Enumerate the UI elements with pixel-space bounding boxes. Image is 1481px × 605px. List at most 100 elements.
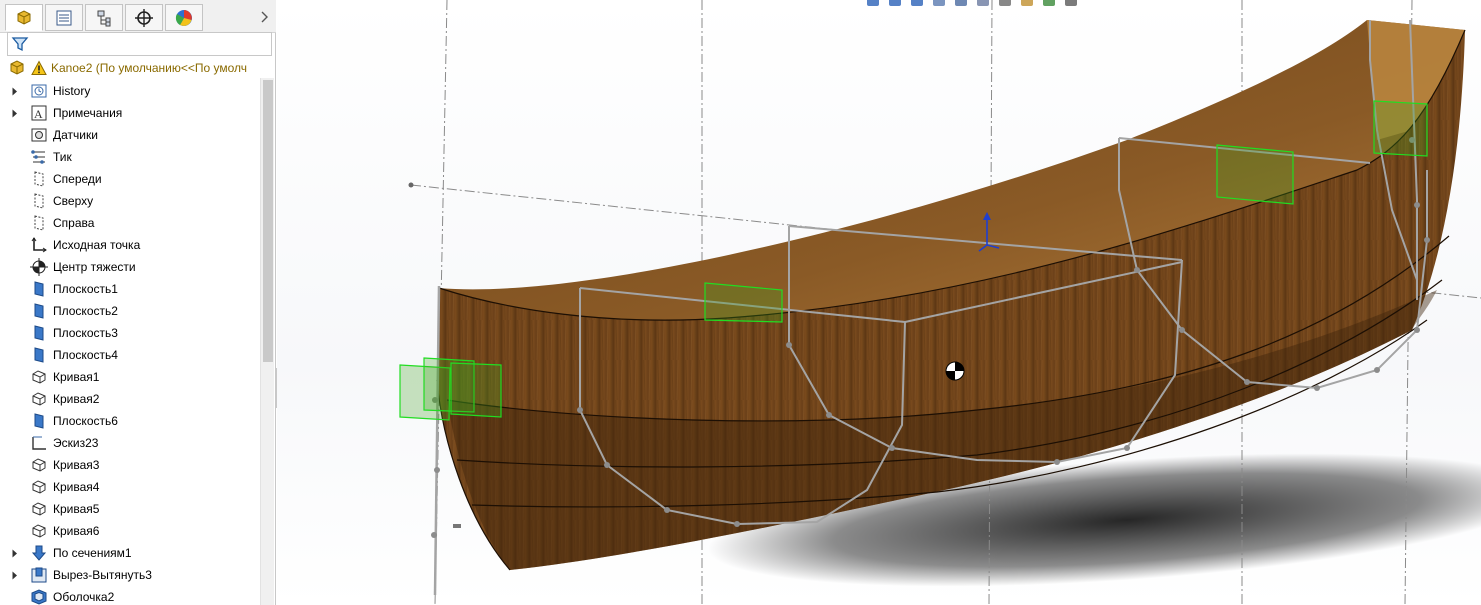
previous-view-icon[interactable] — [909, 0, 925, 8]
tree-item[interactable]: History — [0, 80, 260, 102]
zoom-area-icon[interactable] — [887, 0, 903, 8]
tree-root-part[interactable]: Kanoe2 (По умолчанию<<По умолч — [0, 58, 275, 78]
plane-icon — [29, 170, 48, 188]
part-name-label: Kanoe2 (По умолчанию<<По умолч — [51, 61, 248, 75]
tab-display-manager[interactable] — [165, 4, 203, 31]
tree-item[interactable]: Эскиз23 — [0, 432, 260, 454]
graphics-viewport[interactable] — [277, 0, 1481, 605]
tab-property-manager[interactable] — [45, 4, 83, 31]
plane-icon — [29, 214, 48, 232]
tree-item-label: Справа — [53, 216, 95, 230]
tree-item[interactable]: Кривая1 — [0, 366, 260, 388]
tab-dimxpert[interactable] — [125, 4, 163, 31]
tree-item-label: Кривая3 — [53, 458, 100, 472]
hide-show-icon[interactable] — [997, 0, 1013, 8]
tree-item[interactable]: Кривая3 — [0, 454, 260, 476]
tree-item[interactable]: Вырез-Вытянуть3 — [0, 564, 260, 586]
tab-configuration-manager[interactable] — [85, 4, 123, 31]
tree-item[interactable]: Оболочка2 — [0, 586, 260, 605]
axis-endpoint — [408, 182, 414, 188]
expand-arrow-icon[interactable] — [11, 86, 19, 96]
ref-plane-icon — [29, 412, 48, 430]
configuration-manager-icon — [97, 10, 111, 26]
curve-icon — [29, 522, 48, 540]
tree-scrollbar[interactable] — [260, 78, 274, 605]
plane-icon — [29, 192, 48, 210]
more-tabs-chevron-icon[interactable] — [256, 8, 272, 26]
expand-arrow-icon[interactable] — [11, 108, 19, 118]
shell-icon — [29, 588, 48, 605]
expand-arrow-icon[interactable] — [11, 570, 19, 580]
center-of-mass-icon — [29, 258, 48, 276]
sketch-mark — [453, 524, 461, 528]
view-settings-icon[interactable] — [1063, 0, 1079, 8]
tree-item-label: Спереди — [53, 172, 102, 186]
sketch-icon — [29, 434, 48, 452]
material-icon — [29, 148, 48, 166]
tree-item-label: По сечениям1 — [53, 546, 132, 560]
tab-feature-manager[interactable] — [5, 4, 43, 31]
ref-plane-icon — [29, 280, 48, 298]
display-style-icon[interactable] — [975, 0, 991, 8]
tree-item[interactable]: Плоскость4 — [0, 344, 260, 366]
ref-plane-icon — [29, 302, 48, 320]
cut-extrude-icon — [29, 566, 48, 584]
edit-appearance-icon[interactable] — [1019, 0, 1035, 8]
section-view-icon[interactable] — [931, 0, 947, 8]
svg-text:A: A — [34, 107, 43, 121]
tree-item[interactable]: Плоскость6 — [0, 410, 260, 432]
tree-item[interactable]: Кривая2 — [0, 388, 260, 410]
tree-item-label: Кривая6 — [53, 524, 100, 538]
tree-item-label: Плоскость4 — [53, 348, 118, 362]
tree-item[interactable]: A Примечания — [0, 102, 260, 124]
zoom-to-fit-icon[interactable] — [865, 0, 881, 8]
curve-icon — [29, 478, 48, 496]
tree-item[interactable]: Кривая4 — [0, 476, 260, 498]
tree-item-label: Оболочка2 — [53, 590, 115, 604]
tree-item[interactable]: Плоскость1 — [0, 278, 260, 300]
tree-item-label: Сверху — [53, 194, 94, 208]
tree-filter-field[interactable] — [7, 32, 272, 56]
view-orientation-icon[interactable] — [953, 0, 969, 8]
tree-item-label: History — [53, 84, 91, 98]
feature-tree: History A Примечания Датчики Тик Спереди Сверх… — [0, 80, 260, 605]
filter-icon — [11, 37, 29, 52]
canoe-model-view[interactable] — [277, 0, 1481, 605]
tree-scrollbar-thumb[interactable] — [263, 80, 273, 362]
tree-item-label: Кривая2 — [53, 392, 100, 406]
tree-item[interactable]: Датчики — [0, 124, 260, 146]
curve-icon — [29, 368, 48, 386]
tree-item[interactable]: Плоскость2 — [0, 300, 260, 322]
tree-item-label: Центр тяжести — [53, 260, 136, 274]
loft-icon — [29, 544, 48, 562]
warning-icon — [31, 60, 47, 75]
expand-arrow-icon[interactable] — [11, 548, 19, 558]
tree-item[interactable]: Сверху — [0, 190, 260, 212]
display-manager-icon — [175, 9, 192, 26]
tree-item[interactable]: Тик — [0, 146, 260, 168]
property-manager-icon — [56, 10, 72, 25]
tree-item[interactable]: Кривая5 — [0, 498, 260, 520]
tree-filter-input[interactable] — [29, 34, 271, 54]
feature-manager-panel: Kanoe2 (По умолчанию<<По умолч History A П… — [0, 0, 276, 605]
apply-scene-icon[interactable] — [1041, 0, 1057, 8]
history-icon — [29, 82, 48, 100]
tree-item[interactable]: Справа — [0, 212, 260, 234]
feature-manager-icon — [17, 9, 31, 25]
tree-item[interactable]: Спереди — [0, 168, 260, 190]
tree-item[interactable]: По сечениям1 — [0, 542, 260, 564]
tree-item[interactable]: Кривая6 — [0, 520, 260, 542]
tree-item-label: Плоскость2 — [53, 304, 118, 318]
tree-item-label: Кривая4 — [53, 480, 100, 494]
sensors-icon — [29, 126, 48, 144]
dimxpert-icon — [135, 8, 153, 27]
tree-item-label: Кривая5 — [53, 502, 100, 516]
tree-item[interactable]: Исходная точка — [0, 234, 260, 256]
tree-item[interactable]: Центр тяжести — [0, 256, 260, 278]
tree-item-label: Плоскость1 — [53, 282, 118, 296]
heads-up-view-toolbar — [865, 0, 1079, 10]
tree-item-label: Датчики — [53, 128, 98, 142]
tree-item[interactable]: Плоскость3 — [0, 322, 260, 344]
curve-icon — [29, 390, 48, 408]
annotations-icon: A — [29, 104, 48, 122]
